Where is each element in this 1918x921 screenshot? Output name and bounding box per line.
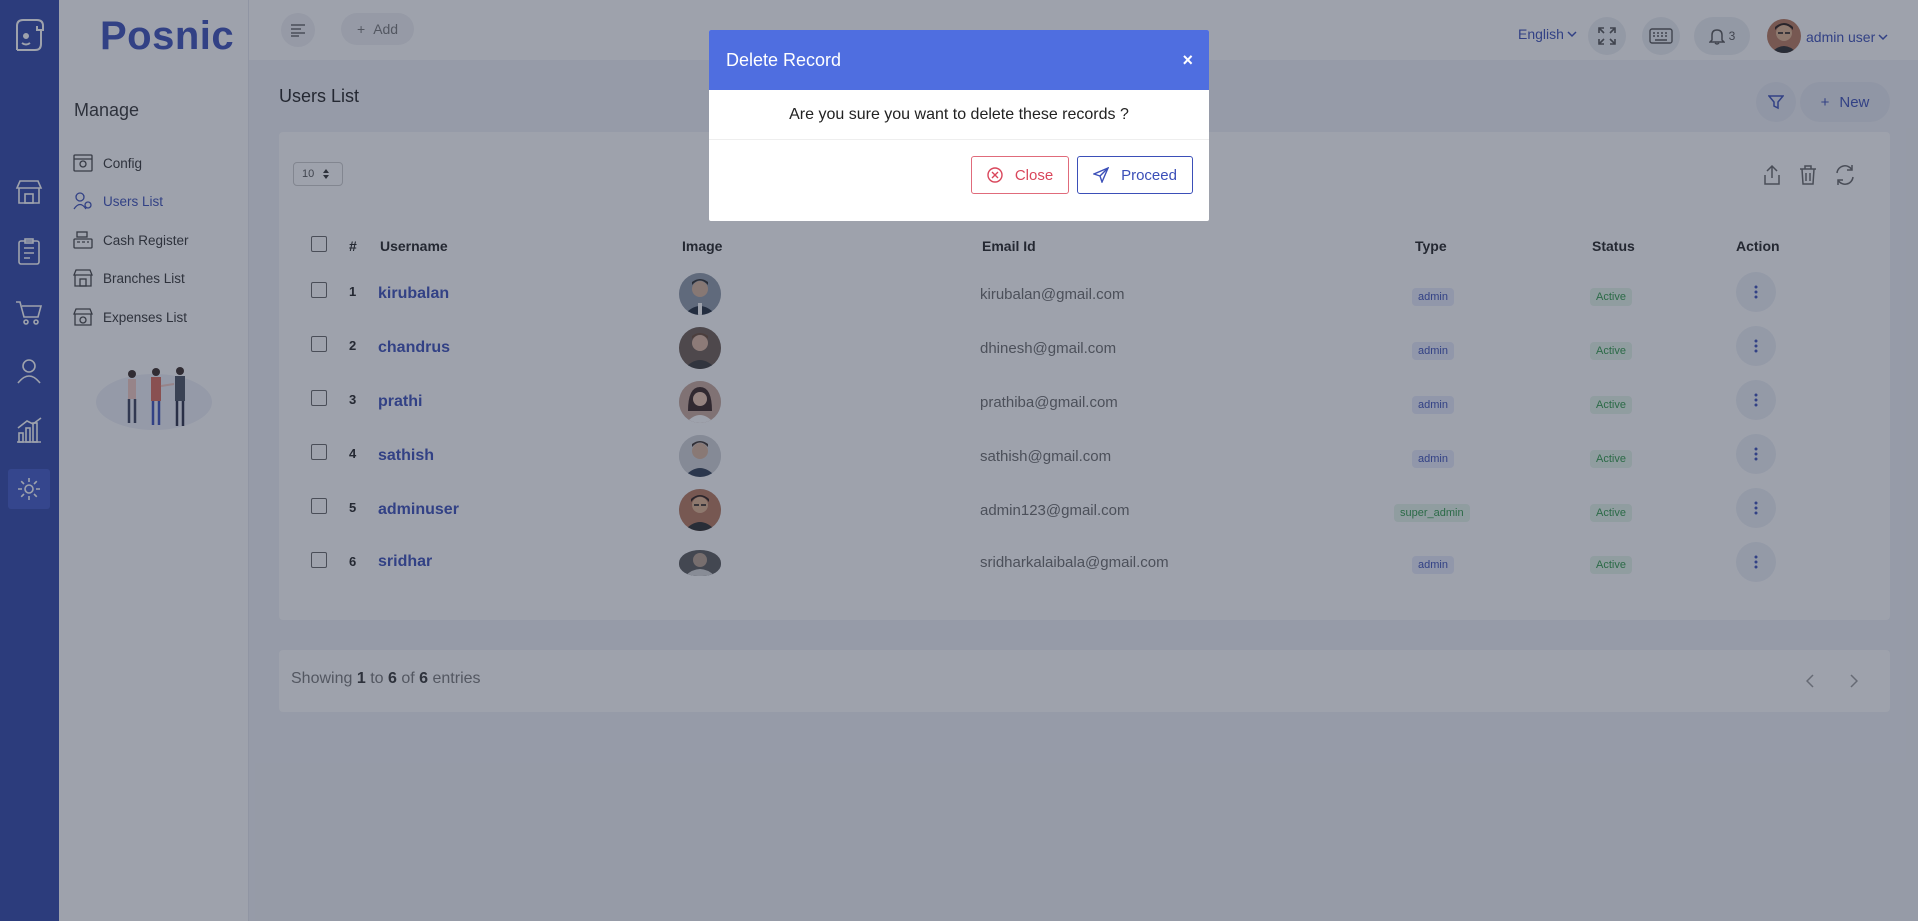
proceed-button-label: Proceed	[1121, 166, 1177, 184]
proceed-button[interactable]: Proceed	[1077, 156, 1193, 194]
dialog-title: Delete Record	[726, 49, 842, 70]
close-circle-icon	[987, 167, 1003, 183]
delete-record-dialog: Delete Record × Are you sure you want to…	[709, 30, 1209, 221]
dialog-close-icon[interactable]: ×	[1182, 50, 1193, 71]
close-button[interactable]: Close	[971, 156, 1069, 194]
dialog-footer: Close Proceed	[709, 140, 1209, 221]
send-icon	[1093, 167, 1110, 183]
dialog-header: Delete Record ×	[709, 30, 1209, 90]
dialog-message: Are you sure you want to delete these re…	[709, 90, 1209, 140]
close-button-label: Close	[1014, 166, 1054, 184]
